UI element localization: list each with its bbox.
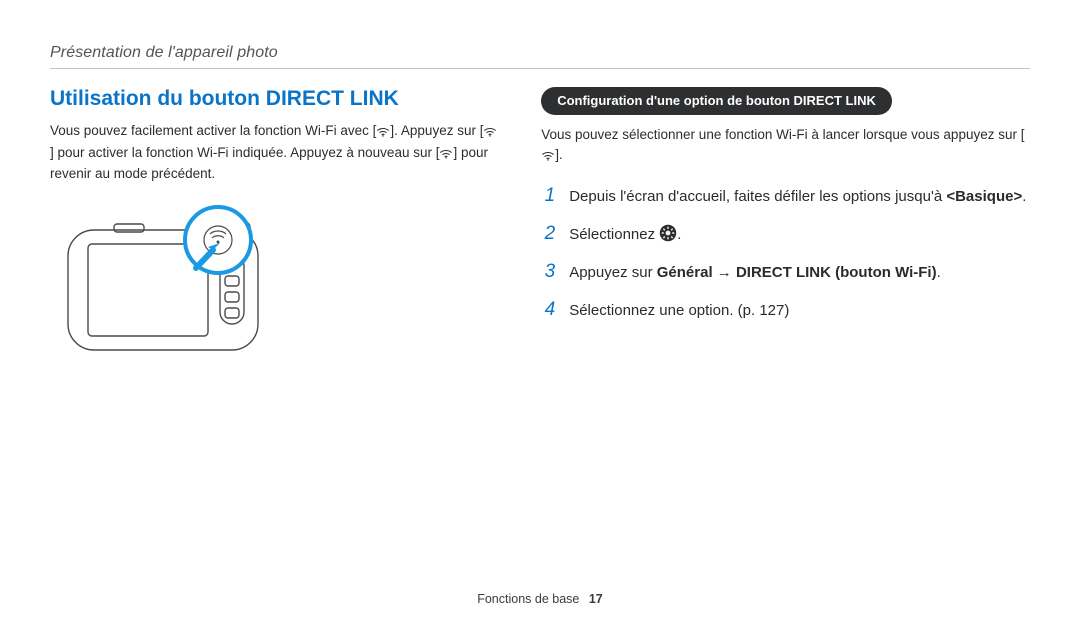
step-4: 4 Sélectionnez une option. (p. 127): [541, 296, 1030, 324]
p1-a: Vous pouvez facilement activer la foncti…: [50, 123, 376, 138]
step-pre: Depuis l'écran d'accueil, faites défiler…: [569, 188, 946, 205]
running-head: Présentation de l'appareil photo: [50, 44, 1030, 62]
p1-c: ] pour activer la fonction Wi-Fi indiqué…: [50, 145, 439, 160]
steps-list: 1 Depuis l'écran d'accueil, faites défil…: [541, 182, 1030, 323]
step-1: 1 Depuis l'écran d'accueil, faites défil…: [541, 182, 1030, 210]
wifi-icon: [439, 145, 453, 165]
camera-illustration: [50, 202, 501, 367]
step-pre: Sélectionnez: [569, 226, 659, 243]
left-column: Utilisation du bouton DIRECT LINK Vous p…: [50, 87, 501, 367]
step-number: 4: [541, 296, 555, 324]
wifi-icon: [483, 123, 497, 143]
subsection-pill: Configuration d'une option de bouton DIR…: [541, 87, 892, 115]
step-bold: Général → DIRECT LINK (bouton Wi-Fi): [657, 264, 937, 281]
step-post: .: [937, 264, 941, 281]
page-footer: Fonctions de base 17: [0, 592, 1080, 606]
step-2: 2 Sélectionnez: [541, 220, 1030, 249]
step-text: Appuyez sur Général → DIRECT LINK (bouto…: [569, 262, 941, 284]
intro-paragraph: Vous pouvez facilement activer la foncti…: [50, 121, 501, 184]
step-number: 2: [541, 220, 555, 248]
settings-icon: [659, 224, 677, 249]
footer-section: Fonctions de base: [477, 592, 579, 606]
step-number: 1: [541, 182, 555, 210]
wifi-icon: [541, 147, 555, 167]
step-3: 3 Appuyez sur Général → DIRECT LINK (bou…: [541, 258, 1030, 286]
section-title: Utilisation du bouton DIRECT LINK: [50, 87, 501, 111]
step-number: 3: [541, 258, 555, 286]
step-text: Depuis l'écran d'accueil, faites défiler…: [569, 186, 1026, 208]
right-intro-b: ].: [555, 147, 563, 162]
right-intro: Vous pouvez sélectionner une fonction Wi…: [541, 125, 1030, 166]
right-column: Configuration d'une option de bouton DIR…: [541, 87, 1030, 367]
step-post: .: [1022, 188, 1026, 205]
p1-b: ]. Appuyez sur [: [390, 123, 483, 138]
step-text: Sélectionnez: [569, 224, 681, 249]
wifi-icon: [376, 123, 390, 143]
step-post: .: [677, 226, 681, 243]
step-text: Sélectionnez une option. (p. 127): [569, 300, 789, 322]
divider: [50, 68, 1030, 69]
page-number: 17: [589, 592, 603, 606]
right-intro-a: Vous pouvez sélectionner une fonction Wi…: [541, 127, 1024, 142]
step-pre: Appuyez sur: [569, 264, 657, 281]
step-bold: <Basique>: [946, 188, 1022, 205]
